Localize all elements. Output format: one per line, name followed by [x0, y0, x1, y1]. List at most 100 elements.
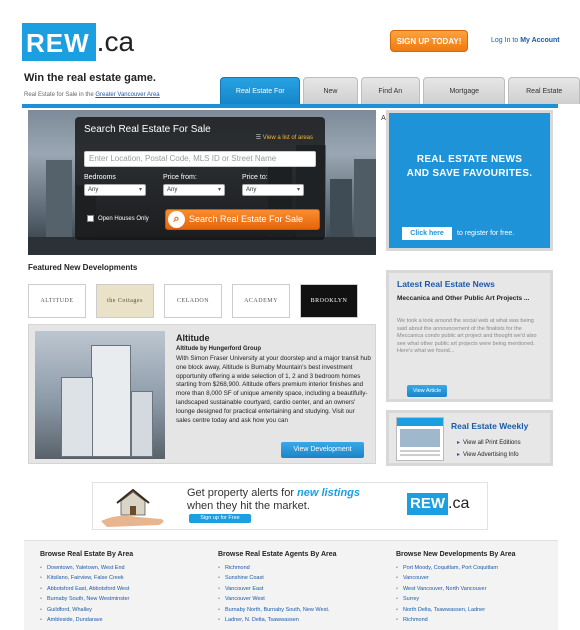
price-to-label: Price to: — [242, 174, 268, 181]
login-link[interactable]: Log In to My Account — [491, 37, 560, 44]
price-from-select[interactable]: Any — [163, 184, 225, 196]
news-headline[interactable]: Meccanica and Other Public Art Projects … — [397, 294, 542, 303]
site-header: REW .ca SIGN UP TODAY! Log In to My Acco… — [0, 0, 580, 70]
register-promo[interactable]: REAL ESTATE NEWS AND SAVE FAVOURITES. Cli… — [386, 110, 553, 251]
browse-link[interactable]: Downtown, Yaletown, West End — [40, 563, 133, 573]
banner-rew-logo: REW .ca — [407, 493, 469, 515]
location-search-input[interactable]: Enter Location, Postal Code, MLS ID or S… — [84, 151, 316, 167]
banner-logo-ca: .ca — [448, 495, 470, 512]
browse-link[interactable]: Abbotsford East, Abbotsford West — [40, 584, 133, 594]
print-editions-link[interactable]: View all Print Editions — [457, 439, 521, 446]
banner-line2: when they hit the market. — [187, 500, 310, 512]
crumb-area-link[interactable]: Greater Vancouver Area — [95, 92, 159, 98]
browse-link[interactable]: West Vancouver, North Vancouver — [396, 584, 516, 594]
dev-logo-celadon[interactable]: CELADON — [164, 284, 222, 318]
development-developer: Altitude by Hungerford Group — [176, 346, 261, 352]
magnifier-icon: ⌕ — [168, 211, 185, 228]
signup-button[interactable]: SIGN UP TODAY! — [390, 30, 468, 52]
development-description: With Simon Fraser University at your doo… — [176, 355, 371, 424]
breadcrumb: Real Estate for Sale in the Greater Vanc… — [24, 92, 160, 98]
browse-developments-column: Browse New Developments By Area Port Moo… — [396, 551, 516, 625]
search-button-label: Search Real Estate For Sale — [189, 214, 304, 224]
dev-logo-brooklyn[interactable]: BROOKLYN — [300, 284, 358, 318]
search-submit-button[interactable]: ⌕ Search Real Estate For Sale — [165, 209, 320, 230]
tab-underline — [22, 104, 558, 108]
browse-link[interactable]: Richmond — [396, 615, 516, 625]
tab-new-homes[interactable]: New Homes — [303, 77, 358, 122]
open-houses-label: Open Houses Only — [98, 215, 149, 222]
tagline: Win the real estate game. — [24, 72, 156, 84]
crumb-prefix: Real Estate for Sale in the — [24, 92, 96, 98]
browse-link[interactable]: Sunshine Coast — [218, 573, 337, 583]
featured-development-card: Altitude Altitude by Hungerford Group Wi… — [28, 324, 376, 464]
browse-link[interactable]: Port Moody, Coquitlam, Port Coquitlam — [396, 563, 516, 573]
browse-link[interactable]: Vancouver West — [218, 594, 337, 604]
rew-logo[interactable]: REW .ca — [22, 23, 134, 61]
main-tabs: Real Estate For Sale New Homes Find An A… — [220, 77, 580, 122]
banner-line1b: new listings — [297, 487, 361, 499]
login-prefix: Log In to — [491, 37, 521, 44]
promo-register-text: to register for free. — [457, 230, 515, 237]
featured-developments-title: Featured New Developments — [28, 263, 138, 272]
tab-real-estate-news[interactable]: Real Estate News — [508, 77, 580, 122]
browse-link[interactable]: Vancouver — [396, 573, 516, 583]
bedrooms-select[interactable]: Any — [84, 184, 146, 196]
area-list-link[interactable]: ☰ View a list of areas — [256, 134, 313, 141]
logo-ca: .ca — [96, 26, 135, 57]
tab-real-estate-for-sale[interactable]: Real Estate For Sale — [220, 77, 301, 122]
logo-rew: REW — [22, 23, 96, 61]
banner-logo-rew: REW — [407, 493, 448, 515]
weekly-cover-image[interactable] — [396, 417, 444, 461]
promo-text: REAL ESTATE NEWS AND SAVE FAVOURITES. — [389, 153, 550, 181]
bedrooms-label: Bedrooms — [84, 174, 116, 181]
browse-link[interactable]: Richmond — [218, 563, 337, 573]
development-logos: ALTITUDE the Cottages CELADON ACADEMY BR… — [28, 284, 358, 318]
advertising-info-link[interactable]: View Advertising Info — [457, 451, 519, 458]
banner-line1a: Get property alerts for — [187, 487, 298, 499]
area-list-label: View a list of areas — [262, 135, 313, 141]
browse-link[interactable]: Surrey — [396, 594, 516, 604]
development-name: Altitude — [176, 333, 210, 343]
browse-column-title: Browse Real Estate By Area — [40, 551, 134, 558]
real-estate-weekly-panel: Real Estate Weekly View all Print Editio… — [386, 410, 553, 466]
browse-column-title: Browse Real Estate Agents By Area — [218, 551, 337, 558]
news-title: Latest Real Estate News — [397, 279, 495, 289]
news-body: We took a look around the social web at … — [397, 318, 537, 354]
view-article-button[interactable]: View Article — [407, 385, 447, 397]
browse-link[interactable]: Burnaby North, Burnaby South, New West. — [218, 605, 337, 615]
list-icon: ☰ — [255, 135, 263, 141]
browse-link[interactable]: Kitsilano, Fairview, False Creek — [40, 573, 133, 583]
promo-click-here-button[interactable]: Click here — [402, 227, 452, 240]
my-account-link[interactable]: My Account — [520, 37, 559, 44]
banner-signup-button[interactable]: Sign up for Free — [189, 514, 251, 523]
browse-agents-column: Browse Real Estate Agents By Area Richmo… — [218, 551, 337, 625]
dev-logo-cottages[interactable]: the Cottages — [96, 284, 154, 318]
latest-news-panel: Latest Real Estate News Meccanica and Ot… — [386, 270, 553, 402]
price-to-select[interactable]: Any — [242, 184, 304, 196]
browse-real-estate-column: Browse Real Estate By Area Downtown, Yal… — [40, 551, 133, 625]
browse-link[interactable]: Ambleside, Dundarave — [40, 615, 133, 625]
weekly-title: Real Estate Weekly — [451, 421, 529, 431]
browse-link[interactable]: Burnaby South, New Westminster — [40, 594, 133, 604]
search-panel: Search Real Estate For Sale ☰ View a lis… — [75, 117, 325, 240]
checkbox-box[interactable] — [87, 215, 94, 222]
open-houses-checkbox[interactable]: Open Houses Only — [87, 215, 149, 222]
banner-message: Get property alerts for new listings whe… — [187, 487, 360, 513]
view-development-button[interactable]: View Development — [281, 442, 364, 458]
price-from-label: Price from: — [163, 174, 197, 181]
browse-link[interactable]: Guildford, Whalley — [40, 605, 133, 615]
tab-mortgage-information[interactable]: Mortgage Information — [423, 77, 506, 122]
promo-line2: AND SAVE FAVOURITES. — [406, 168, 533, 179]
dev-logo-academy[interactable]: ACADEMY — [232, 284, 290, 318]
dev-logo-altitude[interactable]: ALTITUDE — [28, 284, 86, 318]
browse-link[interactable]: Ladner, N. Delta, Tsawwassen — [218, 615, 337, 625]
browse-link[interactable]: Vancouver East — [218, 584, 337, 594]
promo-line1: REAL ESTATE NEWS — [416, 154, 523, 165]
house-in-hand-icon — [101, 488, 164, 527]
browse-column-title: Browse New Developments By Area — [396, 551, 516, 558]
browse-section: Browse Real Estate By Area Downtown, Yal… — [24, 540, 558, 630]
property-alerts-banner[interactable]: Get property alerts for new listings whe… — [92, 482, 488, 530]
tab-find-an-agent[interactable]: Find An Agent — [360, 77, 421, 122]
development-image[interactable] — [35, 331, 165, 459]
browse-link[interactable]: North Delta, Tsawwassen, Ladner — [396, 605, 516, 615]
